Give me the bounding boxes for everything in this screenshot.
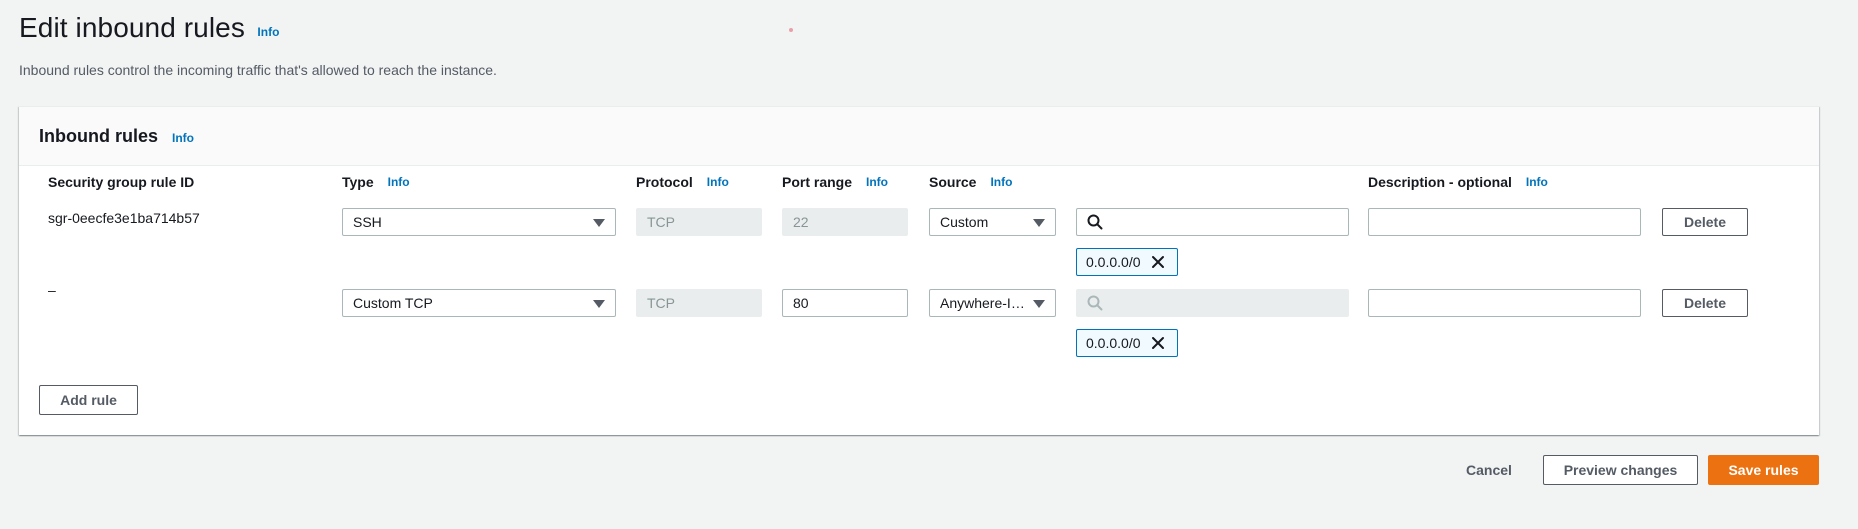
caret-down-icon: [593, 219, 605, 227]
preview-changes-button[interactable]: Preview changes: [1543, 455, 1698, 485]
description-input[interactable]: [1368, 208, 1641, 236]
caret-down-icon: [1033, 300, 1045, 308]
panel-title: Inbound rules: [39, 125, 158, 146]
caret-down-icon: [593, 300, 605, 308]
page-header: Edit inbound rules Info: [19, 12, 279, 44]
protocol-info-link[interactable]: Info: [707, 175, 729, 189]
page-info-link[interactable]: Info: [257, 25, 279, 39]
panel-info-link[interactable]: Info: [172, 131, 194, 145]
cidr-token-label: 0.0.0.0/0: [1086, 335, 1141, 351]
rule-id: –: [48, 282, 56, 298]
protocol-field: TCP: [636, 208, 762, 236]
cidr-token: 0.0.0.0/0: [1076, 329, 1178, 357]
port-range-field: 22: [782, 208, 908, 236]
column-header-port-range: Port range Info: [782, 174, 888, 190]
column-label: Type: [342, 174, 374, 190]
column-label: Source: [929, 174, 977, 190]
delete-rule-button[interactable]: Delete: [1662, 289, 1748, 317]
cidr-search-input: [1076, 289, 1349, 317]
column-header-source: Source Info: [929, 174, 1012, 190]
column-header-protocol: Protocol Info: [636, 174, 729, 190]
save-rules-button[interactable]: Save rules: [1708, 455, 1819, 485]
column-header-type: Type Info: [342, 174, 410, 190]
port-range-info-link[interactable]: Info: [866, 175, 888, 189]
cidr-search-input[interactable]: [1076, 208, 1349, 236]
close-icon[interactable]: [1151, 336, 1165, 350]
add-rule-button[interactable]: Add rule: [39, 385, 138, 415]
column-label: Security group rule ID: [48, 174, 195, 190]
source-select[interactable]: Anywhere-IPv4: [929, 289, 1056, 317]
column-label: Description - optional: [1368, 174, 1512, 190]
decorative-dot: [789, 28, 793, 32]
cancel-button[interactable]: Cancel: [1450, 455, 1528, 485]
description-info-link[interactable]: Info: [1526, 175, 1548, 189]
source-select[interactable]: Custom: [929, 208, 1056, 236]
source-info-link[interactable]: Info: [990, 175, 1012, 189]
description-input[interactable]: [1368, 289, 1641, 317]
page-description: Inbound rules control the incoming traff…: [19, 62, 497, 78]
type-select-value: Custom TCP: [353, 295, 433, 311]
type-info-link[interactable]: Info: [388, 175, 410, 189]
protocol-field: TCP: [636, 289, 762, 317]
column-header-rule-id: Security group rule ID: [48, 174, 194, 190]
cidr-token-label: 0.0.0.0/0: [1086, 254, 1141, 270]
delete-rule-button[interactable]: Delete: [1662, 208, 1748, 236]
type-select[interactable]: SSH: [342, 208, 616, 236]
column-label: Port range: [782, 174, 853, 190]
search-icon: [1087, 214, 1103, 230]
close-icon[interactable]: [1151, 255, 1165, 269]
column-label: Protocol: [636, 174, 693, 190]
inbound-rules-panel: Inbound rules Info Security group rule I…: [19, 106, 1819, 435]
panel-header: Inbound rules Info: [19, 107, 1819, 166]
column-header-description: Description - optional Info: [1368, 174, 1548, 190]
port-range-input[interactable]: 80: [782, 289, 908, 317]
caret-down-icon: [1033, 219, 1045, 227]
cidr-token: 0.0.0.0/0: [1076, 248, 1178, 276]
page-title: Edit inbound rules: [19, 12, 245, 43]
type-select[interactable]: Custom TCP: [342, 289, 616, 317]
rule-id: sgr-0eecfe3e1ba714b57: [48, 210, 200, 226]
type-select-value: SSH: [353, 214, 382, 230]
source-select-value: Custom: [940, 214, 989, 230]
search-icon: [1087, 295, 1103, 311]
